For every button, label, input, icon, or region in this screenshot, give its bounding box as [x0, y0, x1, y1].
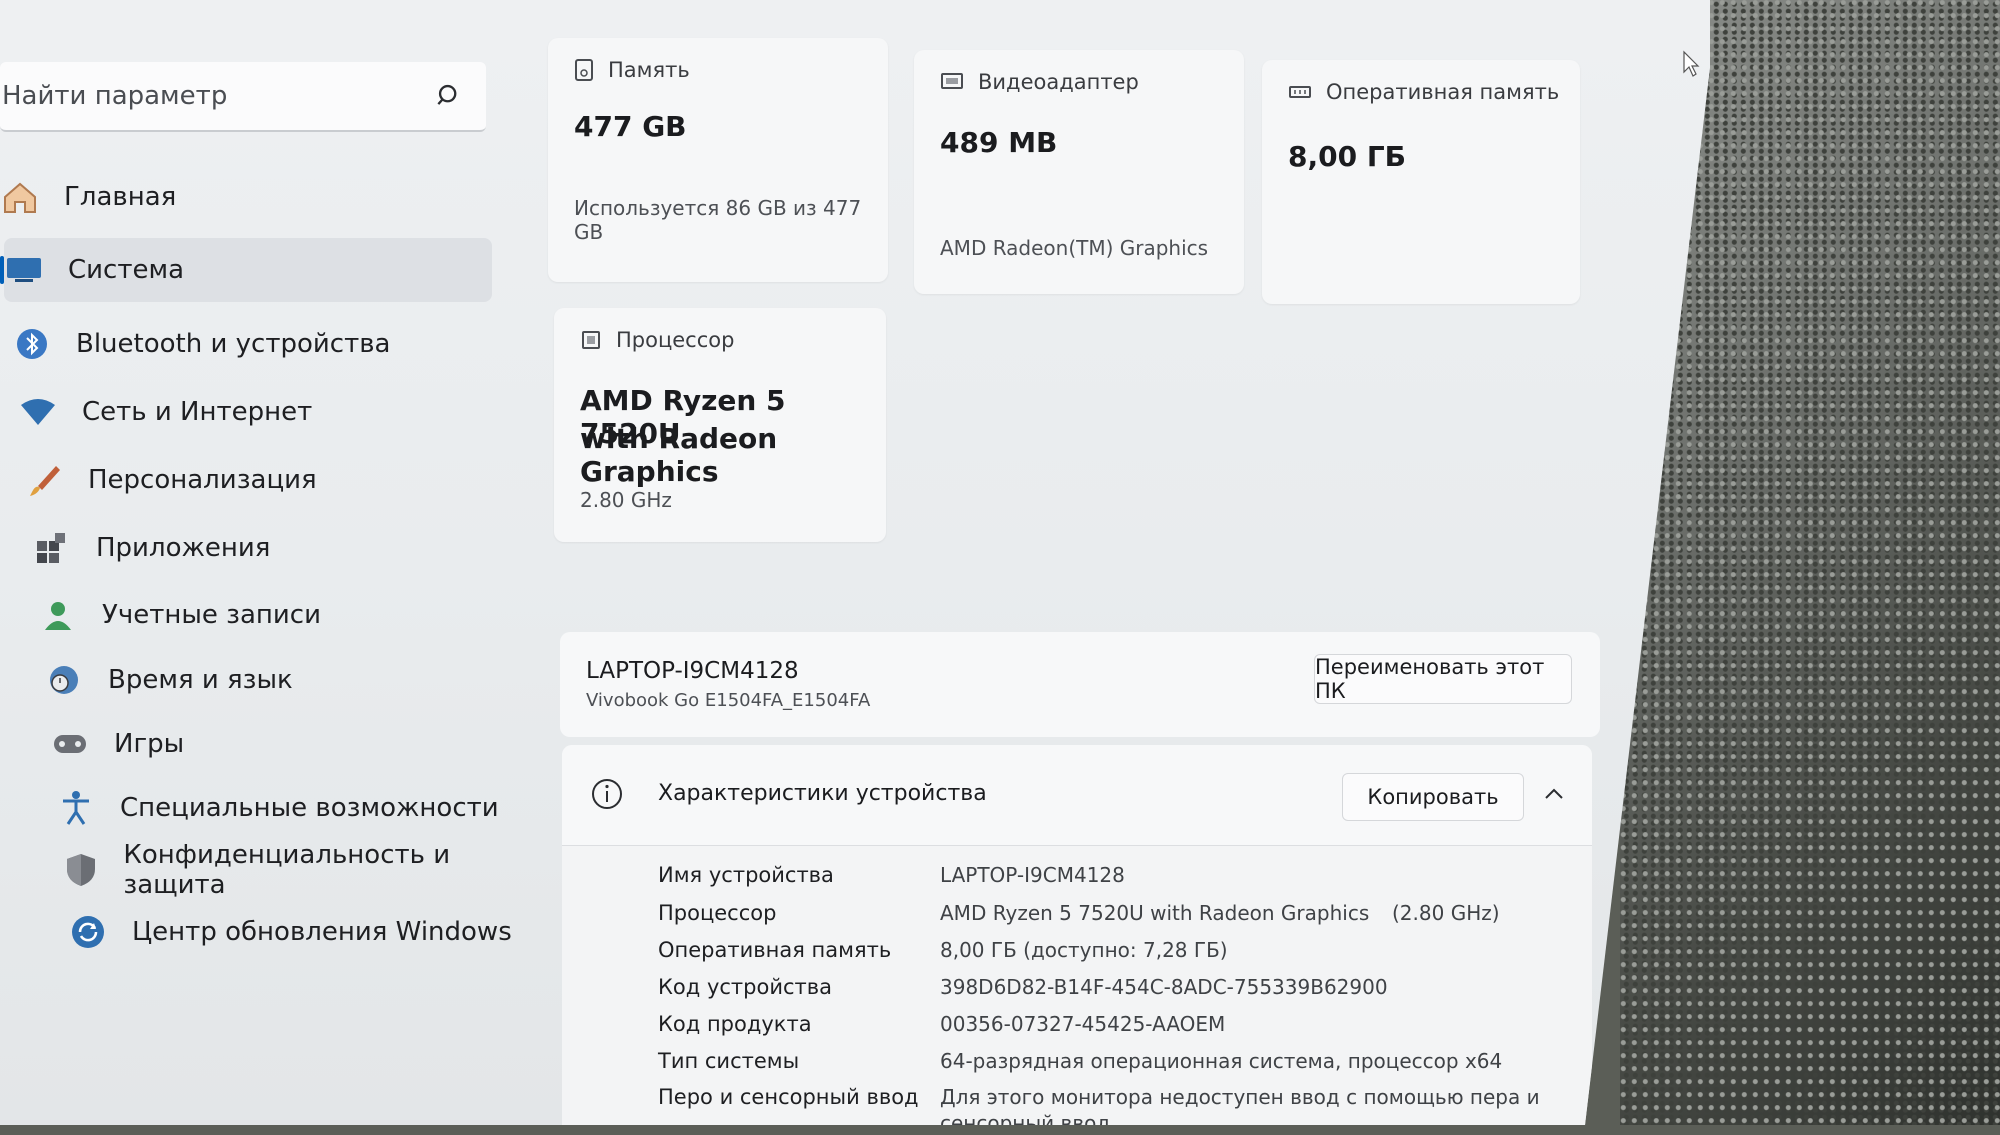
accessibility-icon	[56, 788, 96, 828]
info-icon	[592, 779, 622, 809]
cpu-card-value-line2: with Radeon Graphics	[580, 422, 778, 488]
sidebar-item-label: Система	[68, 255, 185, 285]
settings-window: Найти параметр Главная Система Bluetooth…	[0, 0, 1710, 1125]
spec-label-product-id: Код продукта	[658, 1012, 812, 1036]
spec-value-processor-frequency: (2.80 GHz)	[1392, 901, 1500, 925]
sidebar-item-bluetooth[interactable]: Bluetooth и устройства	[12, 312, 482, 376]
pc-model: Vivobook Go E1504FA_E1504FA	[586, 690, 871, 711]
update-icon	[68, 912, 108, 952]
sidebar-item-label: Персонализация	[88, 465, 317, 495]
sidebar-item-label: Конфиденциальность и защита	[123, 840, 451, 900]
device-specs-header[interactable]: Характеристики устройства Копировать	[562, 745, 1592, 846]
storage-card-title: Память	[608, 58, 690, 82]
system-icon	[4, 250, 44, 290]
cpu-card-frequency: 2.80 GHz	[580, 488, 672, 512]
rename-pc-button[interactable]: Переименовать этот ПК	[1314, 654, 1572, 704]
sidebar-item-network[interactable]: Сеть и Интернет	[18, 380, 478, 444]
bluetooth-icon	[12, 324, 52, 364]
search-input[interactable]: Найти параметр	[2, 81, 227, 111]
spec-label-device-id: Код устройства	[658, 975, 833, 999]
shield-icon	[62, 850, 99, 890]
device-specs-panel: Характеристики устройства Копировать Имя…	[562, 745, 1592, 1125]
sidebar-item-accounts[interactable]: Учетные записи	[38, 583, 498, 647]
storage-card[interactable]: Память 477 GB Используется 86 GB из 477 …	[548, 38, 888, 282]
gpu-card-name: AMD Radeon(TM) Graphics	[940, 236, 1209, 260]
wifi-icon	[18, 392, 58, 432]
search-box[interactable]: Найти параметр	[0, 62, 486, 132]
sidebar-item-label: Время и язык	[108, 665, 293, 695]
spec-value-processor: AMD Ryzen 5 7520U with Radeon Graphics	[940, 901, 1370, 925]
sidebar-item-label: Центр обновления Windows	[132, 917, 512, 947]
sidebar-item-label: Специальные возможности	[120, 793, 499, 823]
spec-label-pen-touch: Перо и сенсорный ввод	[658, 1085, 919, 1109]
ram-card[interactable]: Оперативная память 8,00 ГБ	[1262, 60, 1580, 304]
sidebar-item-label: Приложения	[96, 533, 271, 563]
brush-icon	[24, 460, 64, 500]
spec-label-processor: Процессор	[658, 901, 777, 925]
sidebar-item-home[interactable]: Главная	[0, 165, 480, 229]
ram-card-value: 8,00 ГБ	[1288, 140, 1407, 173]
gpu-card-value: 489 MB	[940, 126, 1058, 159]
spec-value-pen-touch-line2: сенсорный ввод	[940, 1111, 1111, 1135]
sidebar-item-system[interactable]: Система	[0, 238, 492, 302]
spec-label-ram: Оперативная память	[658, 938, 892, 962]
user-icon	[38, 595, 78, 635]
copy-button[interactable]: Копировать	[1342, 773, 1524, 821]
chevron-up-icon[interactable]	[1542, 783, 1566, 803]
storage-card-value: 477 GB	[574, 110, 687, 143]
processor-icon	[582, 331, 600, 349]
sidebar-item-gaming[interactable]: Игры	[50, 712, 510, 776]
sidebar-item-personalization[interactable]: Персонализация	[24, 448, 484, 512]
search-icon[interactable]	[436, 82, 464, 110]
sidebar-item-label: Игры	[114, 729, 185, 759]
storage-card-usage: Используется 86 GB из 477 GB	[574, 196, 862, 244]
ram-icon	[1289, 86, 1311, 98]
storage-icon	[575, 59, 593, 81]
cpu-card-title: Процессор	[616, 328, 735, 352]
cpu-card[interactable]: Процессор AMD Ryzen 5 7520U with Radeon …	[554, 308, 886, 542]
spec-label-device-name: Имя устройства	[658, 863, 834, 887]
home-icon	[0, 177, 40, 217]
sidebar-item-label: Главная	[64, 182, 177, 212]
spec-value-product-id: 00356-07327-45425-AAOEM	[940, 1012, 1226, 1036]
display-adapter-icon	[941, 73, 963, 89]
spec-value-system-type: 64-разрядная операционная система, проце…	[940, 1049, 1503, 1073]
device-specs-title: Характеристики устройства	[658, 781, 987, 806]
sidebar-item-label: Сеть и Интернет	[82, 397, 313, 427]
sidebar-item-windows-update[interactable]: Центр обновления Windows	[68, 900, 538, 964]
sidebar-item-privacy[interactable]: Конфиденциальность и защита	[62, 838, 532, 902]
apps-icon	[32, 528, 72, 568]
sidebar-item-label: Учетные записи	[102, 600, 321, 630]
clock-globe-icon	[44, 660, 84, 700]
gpu-card[interactable]: Видеоадаптер 489 MB AMD Radeon(TM) Graph…	[914, 50, 1244, 294]
spec-value-ram: 8,00 ГБ (доступно: 7,28 ГБ)	[940, 938, 1228, 962]
spec-value-pen-touch: Для этого монитора недоступен ввод с пом…	[940, 1085, 1540, 1109]
sidebar-item-time-language[interactable]: Время и язык	[44, 648, 504, 712]
spec-label-system-type: Тип системы	[658, 1049, 800, 1073]
ram-card-title: Оперативная память	[1326, 80, 1560, 104]
spec-value-device-id: 398D6D82-B14F-454C-8ADC-755339B62900	[940, 975, 1388, 999]
sidebar-item-apps[interactable]: Приложения	[32, 516, 492, 580]
pc-name: LAPTOP-I9CM4128	[586, 658, 799, 684]
sidebar-item-accessibility[interactable]: Специальные возможности	[56, 776, 516, 840]
gamepad-icon	[50, 724, 90, 764]
spec-value-device-name: LAPTOP-I9CM4128	[940, 863, 1125, 887]
sidebar-item-label: Bluetooth и устройства	[76, 329, 391, 359]
pc-name-panel: LAPTOP-I9CM4128 Vivobook Go E1504FA_E150…	[560, 632, 1600, 737]
gpu-card-title: Видеоадаптер	[978, 70, 1139, 94]
mouse-cursor-icon	[1683, 50, 1700, 77]
